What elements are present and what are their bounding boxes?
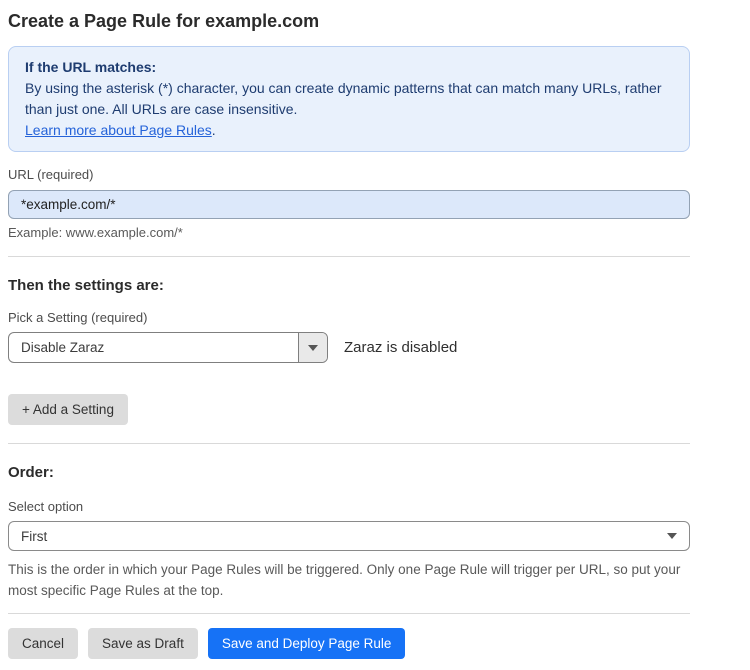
setting-select-value: Disable Zaraz	[9, 333, 298, 362]
url-example-text: Example: www.example.com/*	[8, 225, 690, 240]
info-box-body: By using the asterisk (*) character, you…	[25, 78, 673, 120]
url-input[interactable]	[8, 190, 690, 219]
order-select-label: Select option	[8, 499, 690, 514]
setting-status-text: Zaraz is disabled	[344, 339, 457, 356]
chevron-down-icon	[308, 345, 318, 351]
order-select[interactable]: First	[8, 521, 690, 551]
form-actions: Cancel Save as Draft Save and Deploy Pag…	[8, 628, 690, 659]
add-setting-button[interactable]: + Add a Setting	[8, 394, 128, 425]
setting-select-arrow-button[interactable]	[298, 333, 327, 362]
order-select-value: First	[21, 529, 47, 544]
url-field-label: URL (required)	[8, 167, 690, 182]
settings-section-heading: Then the settings are:	[8, 277, 690, 295]
order-section-heading: Order:	[8, 464, 690, 482]
divider	[8, 613, 690, 614]
chevron-down-icon	[667, 533, 677, 539]
order-help-text: This is the order in which your Page Rul…	[8, 559, 690, 601]
info-box-heading: If the URL matches:	[25, 57, 673, 78]
url-match-info-box: If the URL matches: By using the asteris…	[8, 46, 690, 152]
page-rule-form: Create a Page Rule for example.com If th…	[8, 0, 690, 659]
cancel-button[interactable]: Cancel	[8, 628, 78, 659]
info-box-link-line: Learn more about Page Rules.	[25, 120, 673, 141]
save-as-draft-button[interactable]: Save as Draft	[88, 628, 198, 659]
divider	[8, 443, 690, 444]
setting-row: Disable Zaraz Zaraz is disabled	[8, 332, 690, 363]
link-suffix: .	[212, 122, 216, 138]
save-and-deploy-button[interactable]: Save and Deploy Page Rule	[208, 628, 406, 659]
page-title: Create a Page Rule for example.com	[8, 10, 690, 32]
learn-more-page-rules-link[interactable]: Learn more about Page Rules	[25, 122, 212, 138]
setting-select[interactable]: Disable Zaraz	[8, 332, 328, 363]
divider	[8, 256, 690, 257]
pick-setting-label: Pick a Setting (required)	[8, 310, 690, 325]
